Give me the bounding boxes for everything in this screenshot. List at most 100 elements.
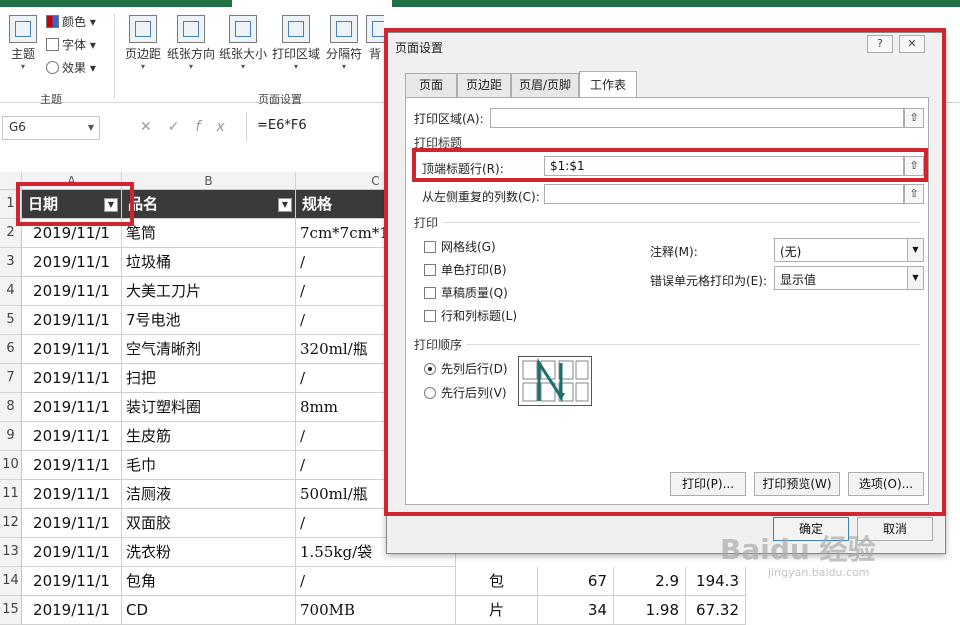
cancel-icon[interactable]: ✕ bbox=[140, 119, 168, 135]
watermark-url: jingyan.baidu.com bbox=[768, 566, 870, 579]
row-header[interactable]: 14 bbox=[0, 567, 22, 596]
cell-date[interactable]: 2019/11/1 bbox=[22, 393, 122, 422]
themes-icon bbox=[9, 15, 37, 43]
row-header[interactable]: 6 bbox=[0, 335, 22, 364]
breaks-label: 分隔符 bbox=[325, 47, 362, 61]
cell-name[interactable]: 生皮筋 bbox=[122, 422, 296, 451]
highlight-rows-repeat bbox=[412, 148, 928, 182]
cell-date[interactable]: 2019/11/1 bbox=[22, 480, 122, 509]
orientation-icon bbox=[177, 15, 205, 43]
themes-group-label: 主题 bbox=[40, 93, 62, 106]
print-area-button[interactable]: 打印区域 ▾ bbox=[270, 15, 322, 71]
row-header[interactable]: 15 bbox=[0, 596, 22, 625]
cell-name[interactable]: 7号电池 bbox=[122, 306, 296, 335]
margins-label: 页边距 bbox=[124, 47, 161, 61]
cell-name[interactable]: 垃圾桶 bbox=[122, 248, 296, 277]
margins-button[interactable]: 页边距 ▾ bbox=[122, 15, 164, 71]
row-header[interactable]: 9 bbox=[0, 422, 22, 451]
background-icon bbox=[366, 15, 384, 43]
cell-price[interactable]: 2.9 bbox=[614, 567, 686, 596]
cell-name[interactable]: 洗衣粉 bbox=[122, 538, 296, 567]
cell-date[interactable]: 2019/11/1 bbox=[22, 306, 122, 335]
enter-icon[interactable]: ✓ bbox=[168, 119, 196, 135]
cell-date[interactable]: 2019/11/1 bbox=[22, 277, 122, 306]
row-header[interactable]: 5 bbox=[0, 306, 22, 335]
cell-date[interactable]: 2019/11/1 bbox=[22, 248, 122, 277]
size-label: 纸张大小 bbox=[218, 47, 267, 61]
row-header[interactable]: 10 bbox=[0, 451, 22, 480]
fonts-button[interactable]: 字体 ▾ bbox=[46, 34, 96, 57]
active-tab-gap bbox=[232, 0, 392, 7]
cell-qty[interactable]: 34 bbox=[538, 596, 614, 625]
name-box-value: G6 bbox=[9, 120, 26, 134]
cell-name[interactable]: 包角 bbox=[122, 567, 296, 596]
cell-total[interactable]: 67.32 bbox=[686, 596, 746, 625]
row-header[interactable]: 12 bbox=[0, 509, 22, 538]
cell-spec[interactable]: / bbox=[296, 567, 456, 596]
cell-name[interactable]: 洁厕液 bbox=[122, 480, 296, 509]
colors-button[interactable]: 颜色 ▾ bbox=[46, 11, 96, 34]
name-box[interactable]: G6 ▼ bbox=[2, 116, 100, 140]
row-header[interactable]: 11 bbox=[0, 480, 22, 509]
breaks-icon bbox=[330, 15, 358, 43]
cell-name[interactable]: 大美工刀片 bbox=[122, 277, 296, 306]
size-button[interactable]: 纸张大小 ▾ bbox=[218, 15, 268, 71]
page-setup-group-label: 页面设置 bbox=[258, 93, 302, 106]
effects-button[interactable]: 效果 ▾ bbox=[46, 57, 96, 80]
themes-label: 主题 bbox=[10, 47, 35, 61]
highlight-date-header bbox=[16, 182, 134, 226]
cell-date[interactable]: 2019/11/1 bbox=[22, 509, 122, 538]
header-cell-name[interactable]: 品名 bbox=[122, 190, 296, 219]
highlight-dialog bbox=[384, 28, 946, 516]
cell-name[interactable]: 毛巾 bbox=[122, 451, 296, 480]
orientation-button[interactable]: 纸张方向 ▾ bbox=[166, 15, 216, 71]
cell-spec[interactable]: 700MB bbox=[296, 596, 456, 625]
cell-unit[interactable]: 包 bbox=[456, 567, 538, 596]
cell-date[interactable]: 2019/11/1 bbox=[22, 538, 122, 567]
background-button[interactable]: 背 bbox=[366, 15, 384, 62]
paper-size-icon bbox=[229, 15, 257, 43]
ribbon-separator bbox=[114, 13, 115, 99]
cell-name[interactable]: 扫把 bbox=[122, 364, 296, 393]
cell-unit[interactable]: 片 bbox=[456, 596, 538, 625]
effects-label: 效果 bbox=[62, 61, 87, 75]
themes-button[interactable]: 主题 ▾ bbox=[6, 15, 40, 71]
row-header[interactable]: 13 bbox=[0, 538, 22, 567]
formula-icons: ✕✓fx bbox=[140, 119, 241, 135]
cell-name[interactable]: 双面胶 bbox=[122, 509, 296, 538]
fonts-label: 字体 bbox=[62, 38, 87, 52]
cell-date[interactable]: 2019/11/1 bbox=[22, 596, 122, 625]
cell-price[interactable]: 1.98 bbox=[614, 596, 686, 625]
colors-icon bbox=[46, 15, 59, 28]
cell-date[interactable]: 2019/11/1 bbox=[22, 567, 122, 596]
effects-icon bbox=[46, 61, 59, 74]
watermark: Baidu 经验 jingyan.baidu.com bbox=[720, 528, 876, 579]
cell-name[interactable]: 空气清晰剂 bbox=[122, 335, 296, 364]
row-header[interactable]: 8 bbox=[0, 393, 22, 422]
column-header-b[interactable]: B bbox=[122, 172, 296, 190]
row-header[interactable]: 4 bbox=[0, 277, 22, 306]
breaks-button[interactable]: 分隔符 ▾ bbox=[324, 15, 364, 71]
row-header[interactable]: 3 bbox=[0, 248, 22, 277]
chevron-down-icon: ▼ bbox=[87, 123, 94, 132]
colors-label: 颜色 bbox=[62, 15, 87, 29]
cell-date[interactable]: 2019/11/1 bbox=[22, 335, 122, 364]
margins-icon bbox=[129, 15, 157, 43]
cell-date[interactable]: 2019/11/1 bbox=[22, 451, 122, 480]
orientation-label: 纸张方向 bbox=[166, 47, 215, 61]
row-header[interactable]: 7 bbox=[0, 364, 22, 393]
cell-qty[interactable]: 67 bbox=[538, 567, 614, 596]
cell-date[interactable]: 2019/11/1 bbox=[22, 422, 122, 451]
cell-name[interactable]: CD bbox=[122, 596, 296, 625]
cell-name[interactable]: 装订塑料圈 bbox=[122, 393, 296, 422]
printer-icon bbox=[282, 15, 310, 43]
print-area-label: 打印区域 bbox=[271, 47, 320, 61]
background-label: 背 bbox=[368, 47, 381, 61]
cell-name[interactable]: 笔筒 bbox=[122, 219, 296, 248]
filter-button-name[interactable]: ▼ bbox=[278, 198, 292, 212]
cell-date[interactable]: 2019/11/1 bbox=[22, 364, 122, 393]
title-bar-strip bbox=[0, 0, 960, 7]
watermark-brand: Baidu 经验 bbox=[720, 533, 876, 566]
function-icon[interactable]: fx bbox=[195, 119, 240, 135]
fonts-icon bbox=[46, 38, 59, 51]
